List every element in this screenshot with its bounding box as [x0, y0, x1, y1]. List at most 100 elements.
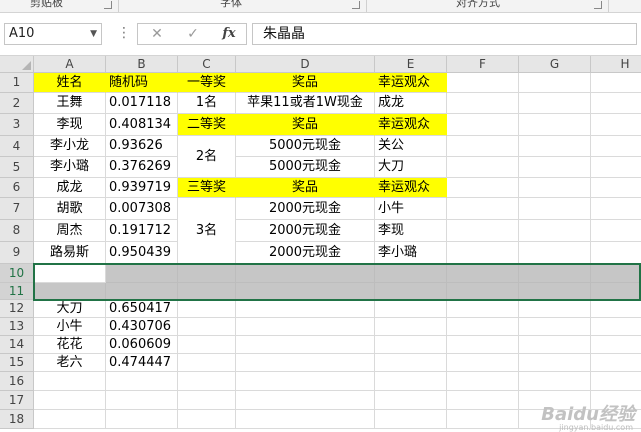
cell-h10[interactable] [591, 264, 641, 283]
cell-a18[interactable] [34, 410, 106, 429]
row-header-6[interactable]: 6 [0, 178, 34, 198]
cell-d6[interactable]: 奖品 [236, 178, 375, 198]
cancel-icon[interactable]: ✕ [140, 24, 174, 44]
cell-c12[interactable] [178, 300, 236, 318]
row-header-10[interactable]: 10 [0, 264, 34, 283]
cell-g4[interactable] [519, 136, 591, 157]
cell-b2[interactable]: 0.017118 [106, 93, 178, 114]
cell-f13[interactable] [447, 318, 519, 336]
cell-a17[interactable] [34, 391, 106, 410]
cell-e16[interactable] [375, 372, 447, 391]
cell-b6[interactable]: 0.939719 [106, 178, 178, 198]
cell-c7[interactable]: 3名 [178, 198, 236, 264]
cell-e2[interactable]: 成龙 [375, 93, 447, 114]
row-header-14[interactable]: 14 [0, 336, 34, 354]
cell-f2[interactable] [447, 93, 519, 114]
cell-g12[interactable] [519, 300, 591, 318]
cell-f3[interactable] [447, 114, 519, 136]
cell-g3[interactable] [519, 114, 591, 136]
cell-h13[interactable] [591, 318, 641, 336]
cell-c11[interactable] [178, 283, 236, 300]
cell-e6[interactable]: 幸运观众 [375, 178, 447, 198]
row-header-16[interactable]: 16 [0, 372, 34, 391]
cell-d5[interactable]: 5000元现金 [236, 157, 375, 178]
cell-h14[interactable] [591, 336, 641, 354]
row-header-18[interactable]: 18 [0, 410, 34, 429]
cell-d4[interactable]: 5000元现金 [236, 136, 375, 157]
cell-d11[interactable] [236, 283, 375, 300]
font-launcher-icon[interactable] [352, 1, 360, 9]
cell-g8[interactable] [519, 220, 591, 242]
column-header-g[interactable]: G [519, 56, 591, 73]
cell-h6[interactable] [591, 178, 641, 198]
column-header-e[interactable]: E [375, 56, 447, 73]
cell-b16[interactable] [106, 372, 178, 391]
cell-e17[interactable] [375, 391, 447, 410]
row-header-8[interactable]: 8 [0, 220, 34, 242]
cell-d7[interactable]: 2000元现金 [236, 198, 375, 220]
cell-h11[interactable] [591, 283, 641, 300]
row-header-9[interactable]: 9 [0, 242, 34, 264]
cell-e3[interactable]: 幸运观众 [375, 114, 447, 136]
cell-d2[interactable]: 苹果11或者1W现金 [236, 93, 375, 114]
cell-e1[interactable]: 幸运观众 [375, 73, 447, 93]
row-header-13[interactable]: 13 [0, 318, 34, 336]
cell-d12[interactable] [236, 300, 375, 318]
cell-h4[interactable] [591, 136, 641, 157]
cell-a14[interactable]: 花花 [34, 336, 106, 354]
cell-e12[interactable] [375, 300, 447, 318]
cell-f5[interactable] [447, 157, 519, 178]
cell-a11[interactable] [34, 283, 106, 300]
insert-function-icon[interactable]: fx [212, 24, 246, 44]
cell-b10[interactable] [106, 264, 178, 283]
cell-c3[interactable]: 二等奖 [178, 114, 236, 136]
cell-c2[interactable]: 1名 [178, 93, 236, 114]
cell-b11[interactable] [106, 283, 178, 300]
ribbon-group-font[interactable]: 字体 [220, 0, 242, 10]
cell-f1[interactable] [447, 73, 519, 93]
cell-g6[interactable] [519, 178, 591, 198]
cell-g9[interactable] [519, 242, 591, 264]
cell-a13[interactable]: 小牛 [34, 318, 106, 336]
cell-c10[interactable] [178, 264, 236, 283]
cell-f17[interactable] [447, 391, 519, 410]
row-header-5[interactable]: 5 [0, 157, 34, 178]
cell-g5[interactable] [519, 157, 591, 178]
cell-h7[interactable] [591, 198, 641, 220]
cell-d16[interactable] [236, 372, 375, 391]
cell-c4[interactable]: 2名 [178, 136, 236, 178]
row-header-3[interactable]: 3 [0, 114, 34, 136]
enter-icon[interactable]: ✓ [176, 24, 210, 44]
cell-b1[interactable]: 随机码 [106, 73, 178, 93]
cell-g10[interactable] [519, 264, 591, 283]
column-header-h[interactable]: H [591, 56, 641, 73]
formula-input[interactable]: 朱晶晶 [252, 23, 637, 45]
cell-c1[interactable]: 一等奖 [178, 73, 236, 93]
cell-e18[interactable] [375, 410, 447, 429]
row-header-11[interactable]: 11 [0, 283, 34, 300]
cell-a8[interactable]: 周杰 [34, 220, 106, 242]
column-header-b[interactable]: B [106, 56, 178, 73]
cell-a7[interactable]: 胡歌 [34, 198, 106, 220]
cell-b17[interactable] [106, 391, 178, 410]
cell-a3[interactable]: 李现 [34, 114, 106, 136]
cell-d9[interactable]: 2000元现金 [236, 242, 375, 264]
cell-g11[interactable] [519, 283, 591, 300]
row-header-15[interactable]: 15 [0, 354, 34, 372]
cell-b15[interactable]: 0.474447 [106, 354, 178, 372]
cell-e7[interactable]: 小牛 [375, 198, 447, 220]
cell-e9[interactable]: 李小璐 [375, 242, 447, 264]
cell-c13[interactable] [178, 318, 236, 336]
cell-d10[interactable] [236, 264, 375, 283]
cell-a2[interactable]: 王舞 [34, 93, 106, 114]
row-header-17[interactable]: 17 [0, 391, 34, 410]
cell-b4[interactable]: 0.93626 [106, 136, 178, 157]
cell-f16[interactable] [447, 372, 519, 391]
cell-h8[interactable] [591, 220, 641, 242]
cell-f9[interactable] [447, 242, 519, 264]
column-header-a[interactable]: A [34, 56, 106, 73]
ribbon-group-clipboard[interactable]: 剪贴板 [30, 0, 63, 10]
cell-b9[interactable]: 0.950439 [106, 242, 178, 264]
cell-f14[interactable] [447, 336, 519, 354]
clipboard-launcher-icon[interactable] [104, 1, 112, 9]
